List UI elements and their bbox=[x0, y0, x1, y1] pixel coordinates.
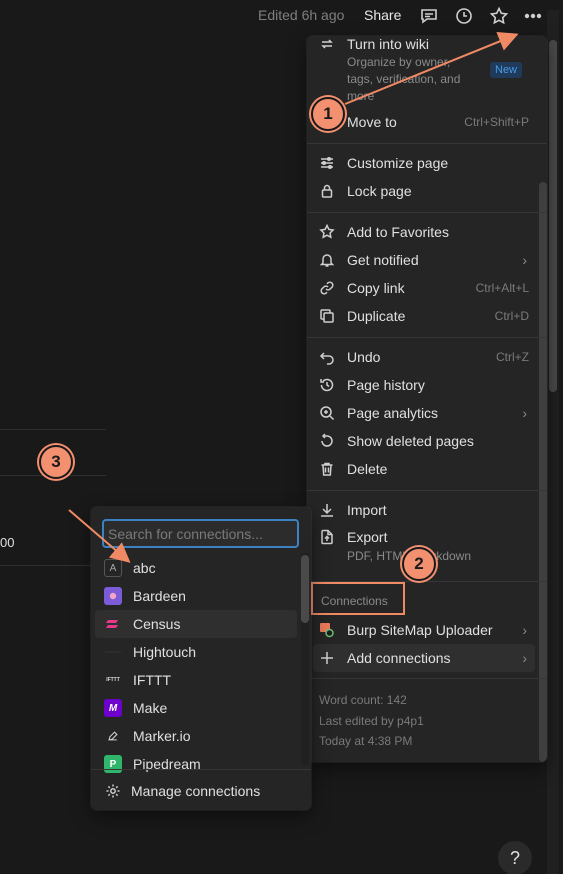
pipedream-logo-icon: P bbox=[104, 755, 122, 773]
census-logo-icon bbox=[104, 615, 122, 633]
submenu-scrollbar-thumb[interactable] bbox=[301, 555, 309, 623]
menu-item-duplicate[interactable]: Duplicate Ctrl+D bbox=[313, 302, 535, 330]
sliders-icon bbox=[313, 155, 341, 171]
trash-icon bbox=[313, 461, 341, 477]
burp-logo-icon bbox=[313, 622, 341, 638]
new-badge: New bbox=[490, 62, 523, 78]
share-button[interactable]: Share bbox=[364, 7, 401, 23]
wiki-description: more bbox=[347, 89, 375, 103]
link-icon bbox=[313, 280, 341, 296]
bardeen-logo-icon bbox=[104, 587, 122, 605]
chevron-right-icon: › bbox=[522, 622, 527, 638]
duplicate-icon bbox=[313, 308, 341, 324]
last-edited-time: Today at 4:38 PM bbox=[319, 734, 413, 748]
ifttt-logo-icon: IFTTT bbox=[106, 677, 120, 683]
connection-item-pipedream[interactable]: P Pipedream bbox=[95, 750, 297, 778]
wiki-description: tags, verification, and bbox=[347, 72, 461, 86]
shortcut: Ctrl+Shift+P bbox=[464, 115, 529, 129]
restore-icon bbox=[313, 433, 341, 449]
menu-divider bbox=[307, 337, 547, 338]
connection-item-hightouch[interactable]: Hightouch bbox=[95, 638, 297, 666]
menu-item-page-analytics[interactable]: Page analytics › bbox=[313, 399, 535, 427]
connection-item-abc[interactable]: A abc bbox=[95, 554, 297, 582]
annotation-badge-1: 1 bbox=[311, 97, 345, 131]
menu-divider bbox=[307, 143, 547, 144]
menu-divider bbox=[307, 490, 547, 491]
marker-pen-icon bbox=[104, 727, 122, 745]
more-icon[interactable] bbox=[521, 4, 545, 28]
menu-item-get-notified[interactable]: Get notified › bbox=[313, 246, 535, 274]
export-icon bbox=[313, 529, 341, 545]
shortcut: Ctrl+D bbox=[494, 309, 529, 323]
menu-item-customize-page[interactable]: Customize page bbox=[313, 149, 535, 177]
star-icon bbox=[313, 224, 341, 240]
chevron-right-icon: › bbox=[522, 405, 527, 421]
connection-item-census[interactable]: Census bbox=[95, 610, 297, 638]
menu-item-lock-page[interactable]: Lock page bbox=[313, 177, 535, 205]
convert-icon bbox=[313, 36, 341, 52]
page-scrollbar-thumb[interactable] bbox=[549, 40, 557, 392]
menu-item-delete[interactable]: Delete bbox=[313, 455, 535, 483]
menu-item-copy-link[interactable]: Copy link Ctrl+Alt+L bbox=[313, 274, 535, 302]
manage-connections-button[interactable]: Manage connections bbox=[97, 777, 305, 805]
analytics-icon bbox=[313, 405, 341, 421]
connection-item-marker-io[interactable]: Marker.io bbox=[95, 722, 297, 750]
wiki-description: Organize by owner, bbox=[347, 55, 451, 69]
table-border bbox=[0, 565, 92, 566]
menu-item-move-to[interactable]: Move to Ctrl+Shift+P bbox=[313, 108, 535, 136]
table-cell: 00 bbox=[0, 535, 15, 550]
annotation-badge-2: 2 bbox=[402, 547, 436, 581]
table-border bbox=[0, 429, 106, 430]
lock-icon bbox=[313, 183, 341, 199]
menu-item-add-connections[interactable]: Add connections › bbox=[313, 644, 535, 672]
history-icon bbox=[313, 377, 341, 393]
bell-icon bbox=[313, 252, 341, 268]
star-icon[interactable] bbox=[487, 4, 511, 28]
edited-timestamp: Edited 6h ago bbox=[258, 7, 345, 23]
menu-divider bbox=[307, 212, 547, 213]
page-topbar: Edited 6h ago Share bbox=[0, 0, 563, 32]
connection-item-bardeen[interactable]: Bardeen bbox=[95, 582, 297, 610]
connection-item-ifttt[interactable]: IFTTT IFTTT bbox=[95, 666, 297, 694]
shortcut: Ctrl+Z bbox=[496, 350, 529, 364]
menu-item-page-history[interactable]: Page history bbox=[313, 371, 535, 399]
help-button[interactable]: ? bbox=[498, 841, 532, 874]
page-options-menu: Turn into wiki Organize by owner, tags, … bbox=[307, 36, 547, 762]
connections-search-input[interactable] bbox=[102, 519, 299, 548]
menu-divider bbox=[307, 678, 547, 679]
comment-icon[interactable] bbox=[417, 4, 441, 28]
chevron-right-icon: › bbox=[522, 650, 527, 666]
menu-item-import[interactable]: Import bbox=[313, 496, 535, 524]
connections-heading: Connections bbox=[321, 594, 388, 608]
abc-logo-icon: A bbox=[104, 559, 122, 577]
annotation-badge-3: 3 bbox=[39, 445, 73, 479]
chevron-right-icon: › bbox=[522, 252, 527, 268]
last-edited-by: Last edited by p4p1 bbox=[319, 714, 424, 728]
gear-icon bbox=[106, 784, 120, 798]
word-count: Word count: 142 bbox=[319, 693, 407, 707]
menu-item-add-to-favorites[interactable]: Add to Favorites bbox=[313, 218, 535, 246]
history-icon[interactable] bbox=[452, 4, 476, 28]
connection-item-make[interactable]: M Make bbox=[95, 694, 297, 722]
undo-icon bbox=[313, 349, 341, 365]
menu-item-show-deleted-pages[interactable]: Show deleted pages bbox=[313, 427, 535, 455]
make-logo-icon: M bbox=[104, 699, 122, 717]
menu-scrollbar-thumb[interactable] bbox=[539, 182, 547, 762]
hightouch-logo-icon bbox=[104, 643, 122, 661]
download-icon bbox=[313, 502, 341, 518]
menu-item-burp-sitemap-uploader[interactable]: Burp SiteMap Uploader › bbox=[313, 616, 535, 644]
submenu-divider bbox=[91, 769, 311, 770]
connections-submenu: A abc Bardeen Census Hightouch IFTTT IFT… bbox=[91, 507, 311, 810]
menu-item-undo[interactable]: Undo Ctrl+Z bbox=[313, 343, 535, 371]
plus-icon bbox=[313, 650, 341, 666]
shortcut: Ctrl+Alt+L bbox=[475, 281, 529, 295]
